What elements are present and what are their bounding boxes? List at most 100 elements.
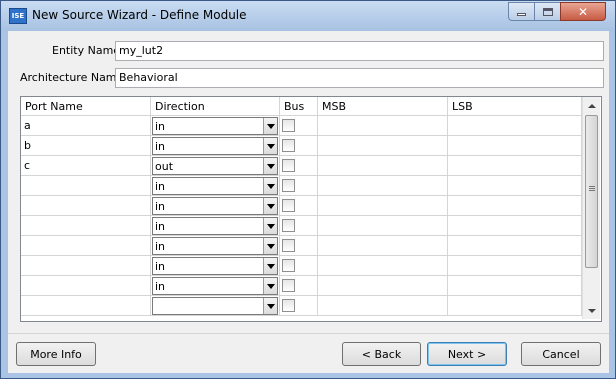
next-button[interactable]: Next > [427, 342, 507, 366]
dialog-client-area: Entity Name my_lut2 Architecture Name Be… [8, 31, 609, 373]
msb-cell[interactable] [318, 216, 448, 236]
lsb-cell[interactable] [448, 296, 582, 316]
close-button[interactable]: ✕ [560, 2, 606, 21]
chevron-down-icon[interactable] [263, 138, 277, 154]
chevron-down-icon[interactable] [263, 198, 277, 214]
port-name-cell[interactable]: a [21, 116, 151, 136]
direction-value: in [155, 140, 166, 153]
architecture-name-label: Architecture Name [20, 71, 124, 84]
table-row: in [21, 216, 582, 236]
scroll-down-button[interactable] [583, 302, 600, 319]
chevron-down-icon[interactable] [263, 158, 277, 174]
lsb-cell[interactable] [448, 156, 582, 176]
lsb-cell[interactable] [448, 276, 582, 296]
port-name-cell[interactable] [21, 236, 151, 256]
arrow-down-icon [587, 308, 596, 313]
port-table: Port Name Direction Bus MSB LSB a in b in c o… [20, 96, 602, 322]
bus-checkbox[interactable] [282, 139, 295, 152]
msb-cell[interactable] [318, 116, 448, 136]
lsb-cell[interactable] [448, 176, 582, 196]
port-name-cell[interactable] [21, 176, 151, 196]
msb-cell[interactable] [318, 136, 448, 156]
column-header-port-name[interactable]: Port Name [21, 97, 151, 116]
bus-checkbox[interactable] [282, 179, 295, 192]
back-button[interactable]: < Back [342, 342, 421, 366]
chevron-down-icon[interactable] [263, 278, 277, 294]
msb-cell[interactable] [318, 276, 448, 296]
wizard-window: ISE New Source Wizard - Define Module ✕ … [0, 0, 616, 379]
vertical-scrollbar[interactable] [582, 97, 600, 319]
msb-cell[interactable] [318, 196, 448, 216]
footer-separator [8, 333, 609, 334]
architecture-name-input[interactable]: Behavioral [115, 68, 604, 88]
direction-dropdown[interactable]: in [152, 177, 278, 195]
chevron-down-icon[interactable] [263, 258, 277, 274]
lsb-cell[interactable] [448, 236, 582, 256]
bus-checkbox[interactable] [282, 259, 295, 272]
bus-checkbox[interactable] [282, 279, 295, 292]
port-name-cell[interactable]: b [21, 136, 151, 156]
msb-cell[interactable] [318, 156, 448, 176]
port-name-cell[interactable]: c [21, 156, 151, 176]
column-header-msb[interactable]: MSB [318, 97, 448, 116]
port-name-cell[interactable] [21, 196, 151, 216]
entity-name-input[interactable]: my_lut2 [115, 41, 604, 61]
direction-dropdown[interactable]: out [152, 157, 278, 175]
grip-icon [589, 186, 595, 187]
lsb-cell[interactable] [448, 196, 582, 216]
port-name-cell[interactable] [21, 276, 151, 296]
direction-value: in [155, 240, 166, 253]
lsb-cell[interactable] [448, 256, 582, 276]
port-name-cell[interactable] [21, 296, 151, 316]
direction-dropdown[interactable] [152, 297, 278, 315]
msb-cell[interactable] [318, 296, 448, 316]
chevron-down-icon[interactable] [263, 238, 277, 254]
direction-value: in [155, 120, 166, 133]
title-bar[interactable]: ISE New Source Wizard - Define Module ✕ [1, 1, 615, 31]
chevron-down-icon[interactable] [263, 298, 277, 314]
table-row: b in [21, 136, 582, 156]
table-row: c out [21, 156, 582, 176]
chevron-down-icon[interactable] [263, 218, 277, 234]
table-row [21, 296, 582, 316]
direction-dropdown[interactable]: in [152, 137, 278, 155]
msb-cell[interactable] [318, 236, 448, 256]
minimize-button[interactable] [508, 2, 535, 21]
port-name-cell[interactable] [21, 256, 151, 276]
chevron-down-icon[interactable] [263, 118, 277, 134]
bus-checkbox[interactable] [282, 219, 295, 232]
table-row: in [21, 196, 582, 216]
direction-dropdown[interactable]: in [152, 257, 278, 275]
entity-name-label: Entity Name [52, 44, 121, 57]
cancel-button[interactable]: Cancel [521, 342, 601, 366]
bus-checkbox[interactable] [282, 159, 295, 172]
port-name-cell[interactable] [21, 216, 151, 236]
scrollbar-thumb[interactable] [585, 115, 598, 268]
direction-dropdown[interactable]: in [152, 217, 278, 235]
column-header-bus[interactable]: Bus [280, 97, 318, 116]
msb-cell[interactable] [318, 176, 448, 196]
table-row: in [21, 176, 582, 196]
direction-dropdown[interactable]: in [152, 237, 278, 255]
chevron-down-icon[interactable] [263, 178, 277, 194]
bus-checkbox[interactable] [282, 299, 295, 312]
scroll-up-button[interactable] [583, 97, 600, 114]
direction-dropdown[interactable]: in [152, 117, 278, 135]
lsb-cell[interactable] [448, 116, 582, 136]
direction-value: in [155, 200, 166, 213]
column-header-lsb[interactable]: LSB [448, 97, 582, 116]
msb-cell[interactable] [318, 256, 448, 276]
table-row: a in [21, 116, 582, 136]
bus-checkbox[interactable] [282, 119, 295, 132]
maximize-button[interactable] [534, 2, 561, 21]
column-header-direction[interactable]: Direction [151, 97, 280, 116]
direction-value: in [155, 180, 166, 193]
lsb-cell[interactable] [448, 216, 582, 236]
direction-value: out [155, 160, 174, 173]
direction-dropdown[interactable]: in [152, 197, 278, 215]
bus-checkbox[interactable] [282, 199, 295, 212]
direction-dropdown[interactable]: in [152, 277, 278, 295]
lsb-cell[interactable] [448, 136, 582, 156]
bus-checkbox[interactable] [282, 239, 295, 252]
more-info-button[interactable]: More Info [16, 342, 96, 366]
